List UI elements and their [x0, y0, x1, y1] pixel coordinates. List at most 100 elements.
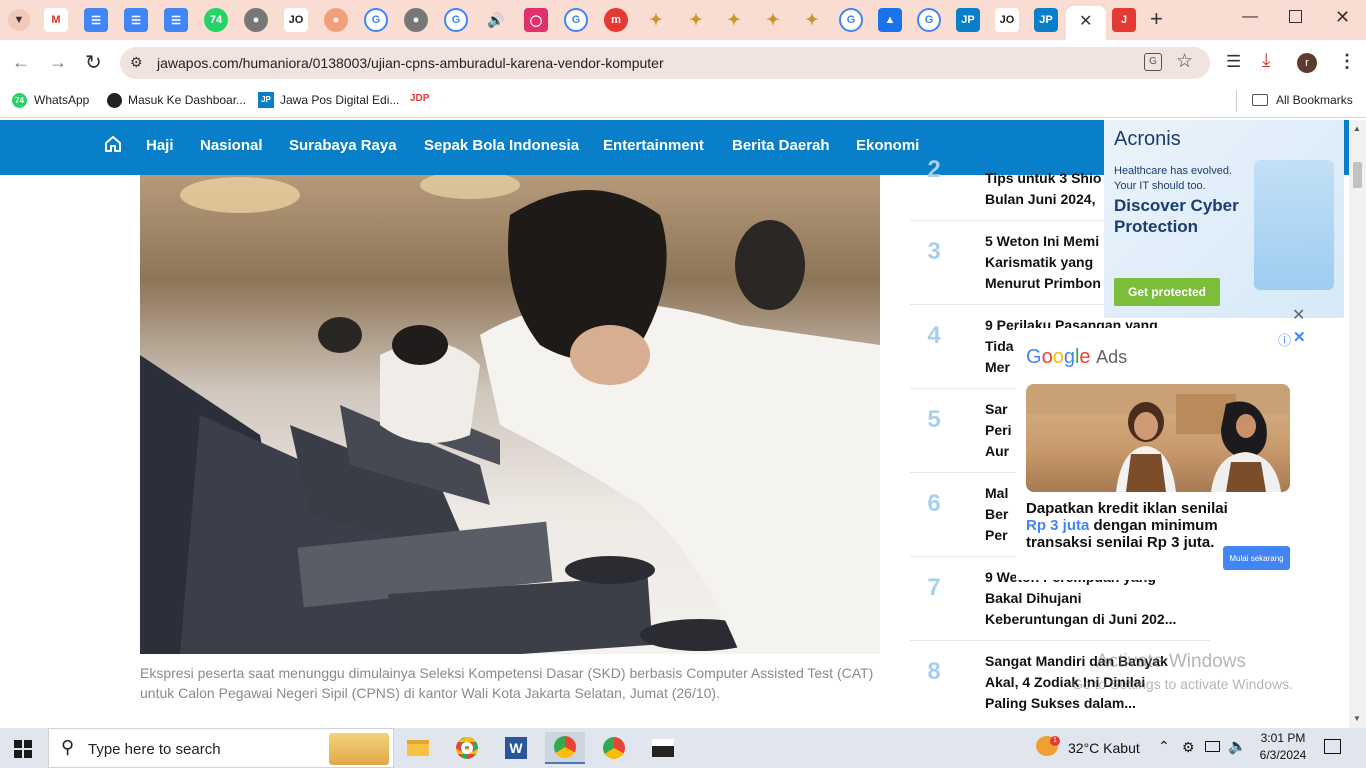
- tab-favicon[interactable]: JO: [995, 8, 1019, 32]
- back-arrow-icon[interactable]: ←: [12, 52, 30, 73]
- menu-kebab-icon[interactable]: ⋮: [1338, 51, 1356, 72]
- scroll-down-icon[interactable]: ▼: [1353, 714, 1361, 723]
- globe-tab-icon[interactable]: ●: [244, 8, 268, 32]
- google-tab-icon[interactable]: G: [364, 8, 388, 32]
- whatsapp-tab-icon[interactable]: 74: [204, 8, 228, 32]
- profile-avatar[interactable]: r: [1297, 53, 1317, 73]
- reload-icon[interactable]: ↻: [85, 50, 102, 75]
- translate-icon[interactable]: G: [1144, 53, 1162, 71]
- nav-berita-daerah[interactable]: Berita Daerah: [732, 137, 830, 154]
- active-tab[interactable]: ✕: [1066, 6, 1106, 40]
- jawapos-tab-icon[interactable]: JP: [956, 8, 980, 32]
- network-settings-icon[interactable]: ⚙: [1182, 739, 1195, 756]
- home-icon[interactable]: [103, 134, 123, 154]
- globe-tab-icon[interactable]: ●: [404, 8, 428, 32]
- network-icon[interactable]: [1205, 741, 1220, 752]
- weather-text[interactable]: 32°C Kabut: [1068, 740, 1140, 756]
- mulai-sekarang-button[interactable]: Mulai sekarang: [1223, 546, 1290, 570]
- google-ad[interactable]: Google Ads ⓘ ✕ Dapatkan kredit iklan sen…: [1016, 328, 1316, 580]
- folder-icon: [1252, 94, 1268, 106]
- url-text[interactable]: jawapos.com/humaniora/0138003/ujian-cpns…: [157, 55, 664, 71]
- ad-illustration: [1254, 160, 1334, 290]
- site-info-icon[interactable]: ⚙: [130, 54, 143, 71]
- close-ad-icon[interactable]: ✕: [1293, 328, 1306, 346]
- chrome-profile-icon[interactable]: [594, 732, 634, 764]
- nav-surabaya-raya[interactable]: Surabaya Raya: [289, 137, 397, 154]
- garuda-tab-icon[interactable]: ✦: [800, 8, 824, 32]
- gmail-tab-icon[interactable]: M: [44, 8, 68, 32]
- nav-entertainment[interactable]: Entertainment: [603, 137, 704, 154]
- close-tab-icon[interactable]: ✕: [1079, 11, 1092, 31]
- garuda-tab-icon[interactable]: ✦: [684, 8, 708, 32]
- headline-line: Keberuntungan di Juni 202...: [985, 611, 1177, 627]
- bookmark-jawapos-digital[interactable]: Jawa Pos Digital Edi...: [280, 93, 399, 107]
- bookmark-favicon[interactable]: JDP: [410, 93, 429, 104]
- new-tab-icon[interactable]: +: [1150, 6, 1163, 32]
- tab-search-icon[interactable]: ▼: [8, 9, 30, 31]
- acronis-logo: Acronis: [1114, 128, 1181, 150]
- nav-haji[interactable]: Haji: [146, 137, 174, 154]
- get-protected-button[interactable]: Get protected: [1114, 278, 1220, 306]
- jawapos-tab-icon[interactable]: JP: [1034, 8, 1058, 32]
- rank-number: 7: [927, 574, 941, 601]
- ad-headline: Protection: [1114, 217, 1199, 236]
- tab-favicon[interactable]: m: [604, 8, 628, 32]
- bookmark-whatsapp[interactable]: WhatsApp: [34, 93, 89, 107]
- taskbar-search-box[interactable]: ⚲ Type here to search: [48, 728, 394, 768]
- address-bar[interactable]: ⚙ jawapos.com/humaniora/0138003/ujian-cp…: [120, 47, 1210, 79]
- close-window-icon[interactable]: ✕: [1335, 7, 1350, 28]
- garuda-tab-icon[interactable]: ✦: [722, 8, 746, 32]
- bookmarks-bar: 74 WhatsApp Masuk Ke Dashboar... JP Jawa…: [0, 86, 1366, 118]
- docs-tab-icon[interactable]: ☰: [124, 8, 148, 32]
- logo-letter: o: [1052, 346, 1064, 368]
- scroll-up-icon[interactable]: ▲: [1353, 124, 1361, 133]
- chrome-icon[interactable]: [447, 732, 487, 764]
- volume-icon[interactable]: 🔈: [1228, 737, 1247, 755]
- divider: [1236, 90, 1237, 112]
- rank-number: 6: [927, 490, 941, 517]
- docs-tab-icon[interactable]: ☰: [164, 8, 188, 32]
- google-tab-icon[interactable]: G: [564, 8, 588, 32]
- instagram-tab-icon[interactable]: ◯: [524, 8, 548, 32]
- acronis-ad[interactable]: Acronis Healthcare has evolved. Your IT …: [1104, 120, 1344, 318]
- audio-playing-icon[interactable]: 🔊: [484, 8, 508, 32]
- scrollbar[interactable]: ▲ ▼: [1349, 120, 1366, 728]
- bookmark-star-icon[interactable]: ☆: [1176, 50, 1193, 73]
- minimize-icon[interactable]: —: [1242, 8, 1258, 26]
- clock-time[interactable]: 3:01 PM: [1258, 731, 1308, 745]
- windows-start-icon[interactable]: [14, 740, 32, 758]
- file-explorer-icon[interactable]: [398, 732, 438, 764]
- word-icon[interactable]: W: [496, 732, 536, 764]
- google-tab-icon[interactable]: G: [917, 8, 941, 32]
- media-control-icon[interactable]: ☰: [1226, 52, 1241, 72]
- restore-icon[interactable]: [1289, 10, 1302, 23]
- headline-line: Paling Sukses dalam...: [985, 695, 1136, 711]
- ad-headline: Discover Cyber: [1114, 196, 1239, 215]
- nav-nasional[interactable]: Nasional: [200, 137, 263, 154]
- scrollbar-thumb[interactable]: [1353, 162, 1362, 188]
- tab-favicon[interactable]: ●: [324, 8, 348, 32]
- notifications-icon[interactable]: [1324, 739, 1341, 754]
- docs-tab-icon[interactable]: ☰: [84, 8, 108, 32]
- garuda-tab-icon[interactable]: ✦: [761, 8, 785, 32]
- ad-info-icon[interactable]: ⓘ: [1278, 330, 1291, 349]
- chevron-up-icon[interactable]: ⌃: [1158, 738, 1170, 755]
- garuda-tab-icon[interactable]: ✦: [644, 8, 668, 32]
- article-photo: [140, 175, 880, 654]
- rank-number: 5: [927, 406, 941, 433]
- download-icon[interactable]: ⤓: [1262, 50, 1270, 72]
- ad-highlight: Rp 3 juta: [1026, 517, 1090, 534]
- tab-favicon[interactable]: J: [1112, 8, 1136, 32]
- close-ad-icon[interactable]: ✕: [1292, 305, 1305, 325]
- tab-favicon[interactable]: JO: [284, 8, 308, 32]
- bookmark-dashboard[interactable]: Masuk Ke Dashboar...: [128, 93, 246, 107]
- forward-arrow-icon[interactable]: →: [49, 52, 67, 73]
- nav-sepak-bola[interactable]: Sepak Bola Indonesia: [424, 137, 579, 154]
- all-bookmarks-link[interactable]: All Bookmarks: [1276, 93, 1353, 107]
- clock-date[interactable]: 6/3/2024: [1255, 748, 1311, 762]
- google-tab-icon[interactable]: G: [444, 8, 468, 32]
- photos-icon[interactable]: [643, 732, 683, 764]
- tab-favicon[interactable]: ▲: [878, 8, 902, 32]
- google-tab-icon[interactable]: G: [839, 8, 863, 32]
- chrome-icon-active[interactable]: [545, 732, 585, 764]
